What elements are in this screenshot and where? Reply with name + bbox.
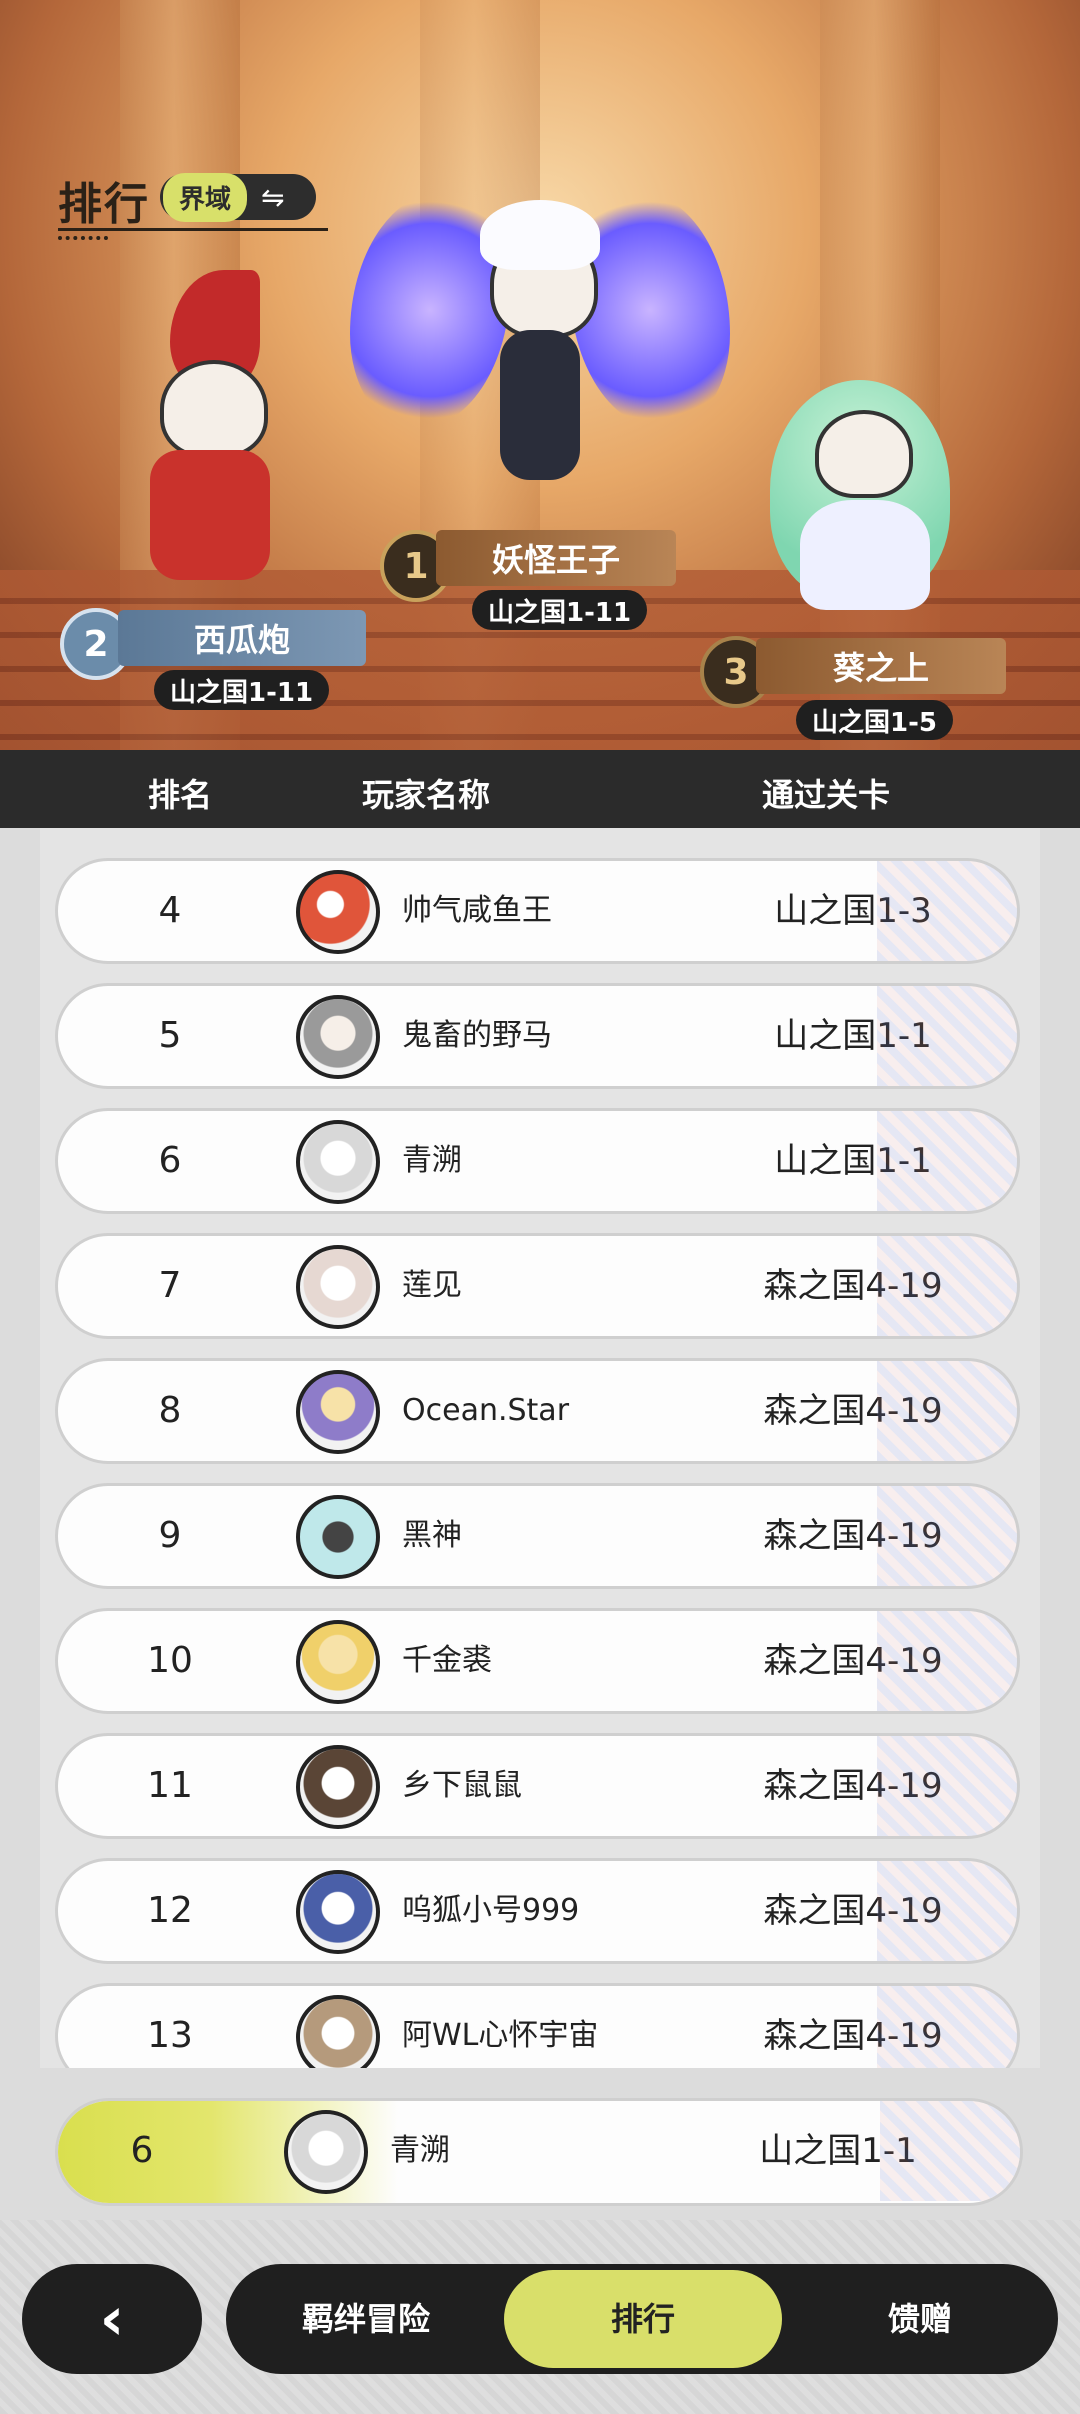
avatar[interactable] <box>296 1745 380 1829</box>
table-row[interactable]: 10 千金裘 森之国4-19 <box>55 1608 1020 1714</box>
row-pattern <box>877 986 1017 1086</box>
rank-2-number: 2 <box>83 623 109 665</box>
column-header-bar: 排名 玩家名称 通过关卡 <box>0 750 1080 828</box>
leaderboard-list[interactable]: 4 帅气咸鱼王 山之国1-3 5 鬼畜的野马 山之国1-1 6 青溯 山之国1-… <box>40 828 1040 2068</box>
avatar[interactable] <box>296 1995 380 2068</box>
my-rank-row[interactable]: 6 青溯 山之国1-1 <box>55 2098 1023 2206</box>
rank-1-stage: 山之国1-11 <box>472 590 648 630</box>
table-row[interactable]: 12 呜狐小号999 森之国4-19 <box>55 1858 1020 1964</box>
row-player-name: 阿WL心怀宇宙 <box>402 2018 599 2053</box>
bottom-nav: 羁绊冒险 排行 馈赠 <box>226 2264 1058 2374</box>
rank-1-number: 1 <box>403 545 429 587</box>
avatar[interactable] <box>296 995 380 1079</box>
row-pattern <box>877 1611 1017 1711</box>
tab-gift[interactable]: 馈赠 <box>800 2264 1040 2374</box>
chevron-left-icon: ‹ <box>99 2284 125 2354</box>
row-pattern <box>880 2101 1020 2201</box>
tab-ranking[interactable]: 排行 <box>504 2270 782 2368</box>
podium-banner: 排行 界域 ⇋ 1 妖怪王子 山之国1-11 2 西瓜炮 山之国1-11 3 葵… <box>0 0 1080 750</box>
row-rank: 7 <box>158 1265 182 1306</box>
page-title: 排行 <box>58 179 150 230</box>
table-row[interactable]: 5 鬼畜的野马 山之国1-1 <box>55 983 1020 1089</box>
rank-2-character[interactable] <box>90 270 310 600</box>
column-player: 玩家名称 <box>362 776 491 814</box>
column-rank: 排名 <box>148 776 213 814</box>
rank-3-number: 3 <box>723 651 749 693</box>
rank-3-character[interactable] <box>740 360 1000 640</box>
rank-3-name-text: 葵之上 <box>832 649 929 687</box>
avatar[interactable] <box>296 1370 380 1454</box>
my-rank-content: 6 青溯 山之国1-1 <box>58 2101 1020 2203</box>
row-pattern <box>877 1236 1017 1336</box>
row-pattern <box>877 1986 1017 2068</box>
row-pattern <box>877 1861 1017 1961</box>
table-row[interactable]: 4 帅气咸鱼王 山之国1-3 <box>55 858 1020 964</box>
row-player-name: 呜狐小号999 <box>402 1893 580 1928</box>
avatar[interactable] <box>284 2110 368 2194</box>
row-rank: 11 <box>147 1765 193 1806</box>
row-player-name: Ocean.Star <box>402 1393 570 1428</box>
row-player-name: 千金裘 <box>402 1643 492 1678</box>
row-player-name: 乡下鼠鼠 <box>402 1768 522 1803</box>
row-rank: 10 <box>147 1640 193 1681</box>
row-rank: 6 <box>158 1140 182 1181</box>
row-rank: 8 <box>158 1390 182 1431</box>
title-underline <box>58 228 328 231</box>
rank-2-stage: 山之国1-11 <box>154 670 330 710</box>
swap-icon: ⇋ <box>261 180 285 214</box>
row-player-name: 黑神 <box>402 1518 462 1553</box>
rank-1-name-text: 妖怪王子 <box>491 541 620 579</box>
rank-2-name-text: 西瓜炮 <box>193 621 290 659</box>
table-row[interactable]: 8 Ocean.Star 森之国4-19 <box>55 1358 1020 1464</box>
row-pattern <box>877 1736 1017 1836</box>
row-pattern <box>877 1111 1017 1211</box>
table-row[interactable]: 11 乡下鼠鼠 森之国4-19 <box>55 1733 1020 1839</box>
row-player-name: 青溯 <box>402 1143 462 1178</box>
avatar[interactable] <box>296 1495 380 1579</box>
row-rank: 13 <box>147 2015 193 2056</box>
avatar[interactable] <box>296 870 380 954</box>
domain-label: 界域 <box>163 172 248 222</box>
avatar[interactable] <box>296 1120 380 1204</box>
row-rank: 5 <box>158 1015 182 1056</box>
back-button[interactable]: ‹ <box>22 2264 202 2374</box>
rank-1-name: 妖怪王子 <box>436 530 676 586</box>
character-hair <box>480 200 600 270</box>
rank-3-stage: 山之国1-5 <box>796 700 953 740</box>
table-row[interactable]: 7 莲见 森之国4-19 <box>55 1233 1020 1339</box>
character-dress <box>800 500 930 610</box>
row-player-name: 帅气咸鱼王 <box>402 893 552 928</box>
row-pattern <box>877 861 1017 961</box>
rank-2-name: 西瓜炮 <box>118 610 366 666</box>
character-body <box>150 450 270 580</box>
table-row[interactable]: 13 阿WL心怀宇宙 森之国4-19 <box>55 1983 1020 2068</box>
row-player-name: 鬼畜的野马 <box>402 1018 552 1053</box>
avatar[interactable] <box>296 1245 380 1329</box>
rank-3-name: 葵之上 <box>756 638 1006 694</box>
character-head <box>815 410 913 498</box>
avatar[interactable] <box>296 1870 380 1954</box>
table-row[interactable]: 6 青溯 山之国1-1 <box>55 1108 1020 1214</box>
row-rank: 9 <box>158 1515 182 1556</box>
tab-bond-adventure[interactable]: 羁绊冒险 <box>246 2264 486 2374</box>
character-body <box>500 330 580 480</box>
row-player-name: 莲见 <box>402 1268 462 1303</box>
rank-1-character[interactable] <box>350 150 730 550</box>
row-rank: 4 <box>158 890 182 931</box>
my-rank-number: 6 <box>130 2130 154 2171</box>
avatar[interactable] <box>296 1620 380 1704</box>
row-pattern <box>877 1361 1017 1461</box>
row-rank: 12 <box>147 1890 193 1931</box>
column-stage: 通过关卡 <box>762 776 891 814</box>
title-dots <box>58 236 108 240</box>
row-pattern <box>877 1486 1017 1586</box>
character-head <box>160 360 268 458</box>
table-row[interactable]: 9 黑神 森之国4-19 <box>55 1483 1020 1589</box>
domain-toggle-button[interactable]: 界域 ⇋ <box>160 172 316 222</box>
my-player-name: 青溯 <box>390 2133 450 2168</box>
